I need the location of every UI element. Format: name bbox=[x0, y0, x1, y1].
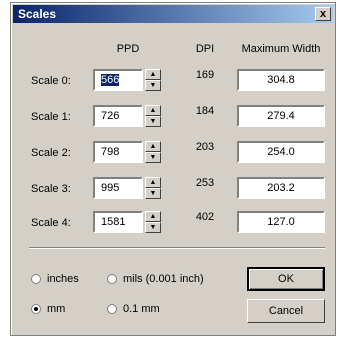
scale-1-ppd-spinner: 726 ▲ ▼ bbox=[93, 105, 163, 127]
spin-up-arrow-icon[interactable]: ▲ bbox=[145, 141, 161, 152]
scale-2-ppd-spinner: 798 ▲ ▼ bbox=[93, 141, 163, 163]
radio-mils[interactable]: mils (0.001 inch) bbox=[107, 273, 204, 285]
scales-dialog: Scales x PPD DPI Maximum Width Scale 0: … bbox=[10, 2, 336, 336]
scale-4-max-width-field[interactable]: 127.0 bbox=[237, 211, 325, 233]
scale-1-spin-buttons: ▲ ▼ bbox=[145, 105, 161, 127]
close-button[interactable]: x bbox=[315, 7, 331, 21]
radio-mm-label: mm bbox=[47, 303, 66, 315]
header-max-width: Maximum Width bbox=[241, 43, 321, 55]
radio-tenth-mm-label: 0.1 mm bbox=[123, 303, 160, 315]
spin-up-arrow-icon[interactable]: ▲ bbox=[145, 69, 161, 80]
scale-0-ppd-value: 566 bbox=[101, 74, 120, 86]
scale-3-label: Scale 3: bbox=[31, 183, 71, 195]
scale-4-spin-buttons: ▲ ▼ bbox=[145, 211, 161, 233]
spin-down-arrow-icon[interactable]: ▼ bbox=[145, 80, 161, 91]
radio-inches-label: inches bbox=[47, 273, 79, 285]
scale-4-ppd-input[interactable]: 1581 bbox=[93, 211, 143, 233]
scale-3-max-width-field[interactable]: 203.2 bbox=[237, 177, 325, 199]
scale-0-spin-buttons: ▲ ▼ bbox=[145, 69, 161, 91]
scale-1-dpi: 184 bbox=[195, 105, 215, 117]
ok-button[interactable]: OK bbox=[247, 267, 325, 291]
spin-down-arrow-icon[interactable]: ▼ bbox=[145, 188, 161, 199]
scale-0-ppd-input[interactable]: 566 bbox=[93, 69, 143, 91]
scale-3-ppd-spinner: 995 ▲ ▼ bbox=[93, 177, 163, 199]
scale-2-ppd-input[interactable]: 798 bbox=[93, 141, 143, 163]
scale-0-ppd-spinner: 566 ▲ ▼ bbox=[93, 69, 163, 91]
scale-4-ppd-value: 1581 bbox=[101, 216, 126, 228]
radio-unchecked-icon bbox=[31, 274, 41, 285]
divider bbox=[29, 247, 325, 249]
scale-1-ppd-input[interactable]: 726 bbox=[93, 105, 143, 127]
scale-3-dpi: 253 bbox=[195, 177, 215, 189]
radio-inches[interactable]: inches bbox=[31, 273, 79, 285]
radio-mm[interactable]: mm bbox=[31, 303, 65, 315]
scale-1-max-width-field[interactable]: 279.4 bbox=[237, 105, 325, 127]
spin-down-arrow-icon[interactable]: ▼ bbox=[145, 222, 161, 233]
scale-1-label: Scale 1: bbox=[31, 111, 71, 123]
scale-0-label: Scale 0: bbox=[31, 75, 71, 87]
radio-unchecked-icon bbox=[107, 304, 117, 315]
scale-0-max-width-field[interactable]: 304.8 bbox=[237, 69, 325, 91]
radio-mils-label: mils (0.001 inch) bbox=[123, 273, 204, 285]
scale-4-dpi: 402 bbox=[195, 211, 215, 223]
title-bar: Scales x bbox=[13, 5, 333, 23]
scale-3-ppd-value: 995 bbox=[101, 182, 120, 194]
spin-up-arrow-icon[interactable]: ▲ bbox=[145, 211, 161, 222]
scale-0-dpi: 169 bbox=[195, 69, 215, 81]
scale-4-ppd-spinner: 1581 ▲ ▼ bbox=[93, 211, 163, 233]
header-ppd: PPD bbox=[116, 43, 140, 55]
scale-2-dpi: 203 bbox=[195, 141, 215, 153]
radio-tenth-mm[interactable]: 0.1 mm bbox=[107, 303, 160, 315]
scale-1-ppd-value: 726 bbox=[101, 110, 120, 122]
scale-2-spin-buttons: ▲ ▼ bbox=[145, 141, 161, 163]
dialog-title: Scales bbox=[18, 7, 57, 21]
header-dpi: DPI bbox=[195, 43, 215, 55]
scale-2-label: Scale 2: bbox=[31, 147, 71, 159]
spin-down-arrow-icon[interactable]: ▼ bbox=[145, 152, 161, 163]
scale-3-spin-buttons: ▲ ▼ bbox=[145, 177, 161, 199]
spin-up-arrow-icon[interactable]: ▲ bbox=[145, 177, 161, 188]
scale-2-max-width-field[interactable]: 254.0 bbox=[237, 141, 325, 163]
spin-down-arrow-icon[interactable]: ▼ bbox=[145, 116, 161, 127]
spin-up-arrow-icon[interactable]: ▲ bbox=[145, 105, 161, 116]
scale-2-ppd-value: 798 bbox=[101, 146, 120, 158]
scale-3-ppd-input[interactable]: 995 bbox=[93, 177, 143, 199]
cancel-button[interactable]: Cancel bbox=[247, 299, 325, 323]
scale-4-label: Scale 4: bbox=[31, 217, 71, 229]
radio-checked-icon bbox=[31, 304, 41, 315]
radio-unchecked-icon bbox=[107, 274, 117, 285]
